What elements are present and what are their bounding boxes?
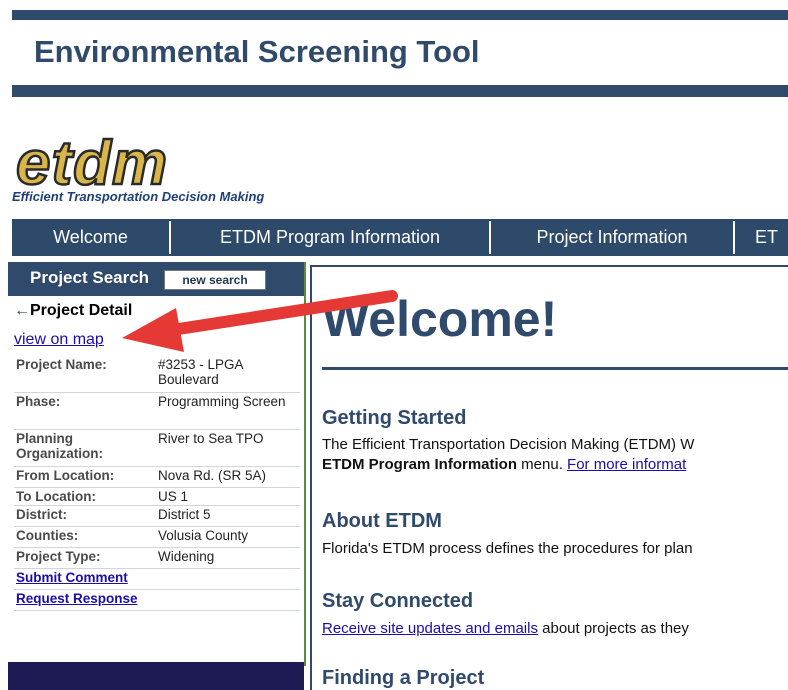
detail-value: River to Sea TPO [158, 431, 264, 446]
detail-value: District 5 [158, 507, 211, 522]
header-top-bar [12, 10, 788, 20]
detail-label: Counties: [16, 528, 79, 543]
detail-row: District: District 5 [14, 506, 300, 527]
detail-label: From Location: [16, 468, 115, 483]
project-detail-label: Project Detail [30, 302, 133, 319]
tab-partial[interactable]: ET [735, 219, 788, 256]
view-on-map-link[interactable]: view on map [14, 331, 104, 349]
detail-label: Project Type: [16, 549, 101, 564]
logo-tagline: Efficient Transportation Decision Making [12, 189, 265, 204]
back-arrow-icon[interactable]: ← [14, 302, 30, 319]
detail-value: Widening [158, 549, 215, 564]
getting-started-heading: Getting Started [322, 407, 467, 429]
detail-value: #3253 - LPGA Boulevard [158, 357, 243, 387]
content-frame-left [310, 265, 312, 690]
more-information-link[interactable]: For more informat [567, 456, 686, 473]
detail-row: To Location: US 1 [14, 488, 300, 506]
main-nav: Welcome ETDM Program Information Project… [12, 219, 788, 256]
detail-row: Project Type: Widening [14, 548, 300, 569]
detail-row: Planning Organization: River to Sea TPO [14, 430, 300, 467]
sidebar-divider [304, 262, 306, 666]
page-title: Environmental Screening Tool [34, 34, 480, 69]
tab-etdm-program-information[interactable]: ETDM Program Information [171, 219, 489, 256]
stay-connected-text: Receive site updates and emails about pr… [322, 620, 689, 637]
detail-row: Project Name: #3253 - LPGA Boulevard [14, 356, 300, 393]
detail-value: US 1 [158, 489, 189, 504]
submit-comment-link[interactable]: Submit Comment [16, 570, 128, 585]
detail-value: Programming Screen [158, 394, 286, 409]
finding-a-project-heading: Finding a Project [322, 667, 485, 689]
detail-row: Phase: Programming Screen [14, 393, 300, 430]
detail-value: Nova Rd. (SR 5A) [158, 468, 267, 483]
project-search-bar: Project Search new search [8, 262, 304, 296]
detail-row: Request Response [14, 590, 300, 611]
tab-project-information[interactable]: Project Information [491, 219, 733, 256]
project-detail-table: Project Name: #3253 - LPGA Boulevard Pha… [14, 356, 300, 611]
detail-row: Submit Comment [14, 569, 300, 590]
menu-text: menu. [517, 456, 568, 473]
detail-label: Planning Organization: [16, 431, 103, 461]
welcome-heading: Welcome! [322, 291, 558, 347]
welcome-rule [322, 367, 788, 370]
content-frame-top [310, 265, 788, 267]
etdm-logo-wordmark: etdm [16, 129, 168, 198]
detail-label: District: [16, 507, 68, 522]
tab-welcome[interactable]: Welcome [12, 219, 169, 256]
project-search-title: Project Search [30, 268, 150, 287]
detail-label: Project Name: [16, 357, 107, 372]
stay-connected-heading: Stay Connected [322, 590, 474, 612]
new-search-button[interactable]: new search [164, 270, 266, 290]
getting-started-line2: ETDM Program Information menu. For more … [322, 456, 686, 473]
detail-label: Phase: [16, 394, 61, 409]
detail-value: Volusia County [158, 528, 249, 543]
site-updates-link[interactable]: Receive site updates and emails [322, 620, 538, 637]
etdm-program-information-bold: ETDM Program Information [322, 456, 518, 473]
project-detail-heading: ←Project Detail [14, 302, 132, 320]
detail-row: Counties: Volusia County [14, 527, 300, 548]
header-bottom-bar [12, 85, 788, 97]
detail-label: To Location: [16, 489, 96, 504]
stay-connected-rest: about projects as they [537, 620, 689, 637]
detail-row: From Location: Nova Rd. (SR 5A) [14, 467, 300, 488]
request-response-link[interactable]: Request Response [16, 591, 138, 606]
sidebar-footer-block [8, 662, 304, 690]
about-etdm-heading: About ETDM [322, 510, 442, 532]
about-etdm-text: Florida's ETDM process defines the proce… [322, 540, 693, 557]
getting-started-text: The Efficient Transportation Decision Ma… [322, 436, 695, 453]
